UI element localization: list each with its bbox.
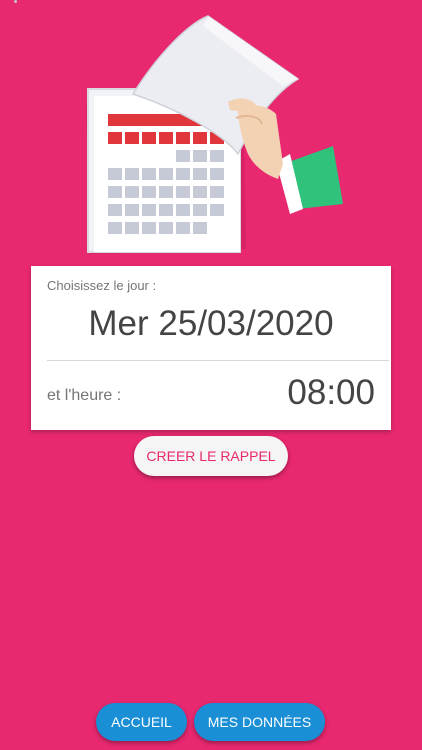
time-label: et l'heure : bbox=[47, 387, 122, 404]
time-picker-field[interactable]: 08:00 bbox=[287, 373, 375, 413]
home-button[interactable]: ACCUEIL bbox=[96, 703, 187, 741]
date-picker-field[interactable]: Mer 25/03/2020 bbox=[31, 304, 391, 344]
divider bbox=[47, 360, 389, 361]
create-reminder-button[interactable]: CREER LE RAPPEL bbox=[134, 436, 288, 476]
status-dot bbox=[14, 0, 17, 3]
calendar-page-tear-icon bbox=[86, 15, 343, 254]
day-label: Choisissez le jour : bbox=[47, 278, 157, 293]
my-data-button[interactable]: MES DONNÉES bbox=[194, 703, 325, 741]
reminder-card: Choisissez le jour : Mer 25/03/2020 et l… bbox=[31, 266, 391, 430]
